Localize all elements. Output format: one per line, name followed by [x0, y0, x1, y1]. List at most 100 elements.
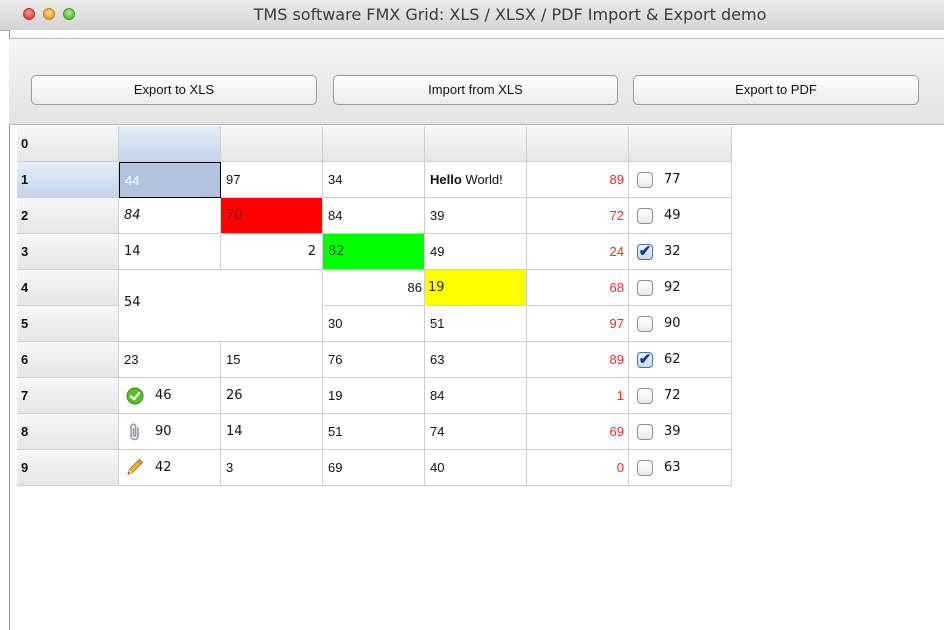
checkbox-value: 90 [664, 316, 681, 331]
grid-cell-checkbox[interactable]: 77 [629, 162, 732, 198]
grid-cell[interactable]: 74 [425, 414, 527, 450]
grid-cell-red-number[interactable]: 24 [527, 234, 629, 270]
row-header[interactable]: 9 [17, 450, 119, 486]
grid-cell[interactable]: 63 [425, 342, 527, 378]
checkbox[interactable] [637, 316, 653, 332]
grid-cell-red-number[interactable]: 68 [527, 270, 629, 306]
grid-cell[interactable]: 69 [323, 450, 425, 486]
grid-cell-merged[interactable]: 54 [119, 270, 323, 342]
grid-cell-rich-text[interactable]: Hello World! [425, 162, 527, 198]
grid-cell-red-number[interactable]: 69 [527, 414, 629, 450]
grid-cell[interactable]: 49 [425, 234, 527, 270]
grid-cell-red-number[interactable]: 89 [527, 342, 629, 378]
toolbar-panel: Export to XLS Import from XLS Export to … [9, 38, 944, 125]
grid-cell-red[interactable]: 70 [221, 198, 323, 234]
column-header[interactable] [425, 126, 527, 162]
application-window: TMS software FMX Grid: XLS / XLSX / PDF … [0, 0, 944, 630]
grid-cell-checkbox[interactable]: 72 [629, 378, 732, 414]
checkbox[interactable] [637, 208, 653, 224]
grid-cell[interactable]: 14 [119, 234, 221, 270]
column-header[interactable] [119, 126, 221, 162]
grid-cell-with-icon[interactable]: 42 [119, 450, 221, 486]
checkbox-value: 49 [664, 208, 681, 223]
row-header[interactable]: 7 [17, 378, 119, 414]
grid-cell-checkbox[interactable]: 39 [629, 414, 732, 450]
cell-value: 42 [155, 460, 172, 475]
checkbox[interactable] [637, 280, 653, 296]
grid-cell-red-number[interactable]: 89 [527, 162, 629, 198]
checkbox[interactable] [637, 388, 653, 404]
checkbox-checked[interactable]: ✔ [637, 244, 653, 260]
grid-cell[interactable]: 19 [323, 378, 425, 414]
paperclip-icon [130, 423, 139, 441]
checkbox-value: 39 [664, 424, 681, 439]
grid-cell-checkbox[interactable]: ✔ 62 [629, 342, 732, 378]
checkbox-value: 32 [664, 244, 681, 259]
row-header[interactable]: 4 [17, 270, 119, 306]
checkbox-value: 62 [664, 352, 681, 367]
grid-cell-green[interactable]: 82 [323, 234, 425, 270]
grid-cell[interactable]: 84 [323, 198, 425, 234]
column-header[interactable] [221, 126, 323, 162]
grid-cell[interactable]: 26 [221, 378, 323, 414]
grid-cell[interactable]: 51 [425, 306, 527, 342]
checkbox-value: 77 [664, 172, 681, 187]
grid-cell-italic[interactable]: 84 [119, 198, 221, 234]
zoom-window-button[interactable] [63, 8, 75, 20]
grid-cell-red-number[interactable]: 97 [527, 306, 629, 342]
grid-cell[interactable]: 40 [425, 450, 527, 486]
minimize-window-button[interactable] [43, 8, 55, 20]
grid-cell[interactable]: 51 [323, 414, 425, 450]
row-header[interactable]: 5 [17, 306, 119, 342]
checkbox-value: 92 [664, 280, 681, 295]
grid-cell[interactable]: 15 [221, 342, 323, 378]
grid-cell-checkbox[interactable]: ✔ 32 [629, 234, 732, 270]
import-from-xls-button[interactable]: Import from XLS [333, 75, 618, 105]
row-header[interactable]: 1 [17, 162, 119, 198]
grid-cell[interactable]: 84 [425, 378, 527, 414]
grid-cell-checkbox[interactable]: 63 [629, 450, 732, 486]
row-header[interactable]: 8 [17, 414, 119, 450]
checkbox[interactable] [637, 460, 653, 476]
grid-cell-yellow[interactable]: 19 [425, 270, 527, 306]
plain-text: World! [461, 172, 503, 187]
row-header[interactable]: 6 [17, 342, 119, 378]
grid-cell-checkbox[interactable]: 90 [629, 306, 732, 342]
export-to-xls-button[interactable]: Export to XLS [31, 75, 317, 105]
grid-cell[interactable]: 14 [221, 414, 323, 450]
column-header[interactable] [629, 126, 732, 162]
column-header[interactable] [527, 126, 629, 162]
checkbox[interactable] [637, 172, 653, 188]
grid-cell[interactable]: 76 [323, 342, 425, 378]
grid-cell-red-number[interactable]: 72 [527, 198, 629, 234]
checkbox-value: 72 [664, 388, 681, 403]
row-header[interactable]: 2 [17, 198, 119, 234]
title-bar[interactable]: TMS software FMX Grid: XLS / XLSX / PDF … [0, 0, 944, 31]
grid-cell-right-aligned[interactable]: 86 [323, 270, 425, 306]
pencil-icon [127, 458, 144, 475]
grid-cell-with-icon[interactable]: 90 [119, 414, 221, 450]
checkbox[interactable] [637, 424, 653, 440]
grid-cell-red-number[interactable]: 1 [527, 378, 629, 414]
grid-cell[interactable]: 97 [221, 162, 323, 198]
export-to-pdf-button[interactable]: Export to PDF [633, 75, 919, 105]
column-header[interactable] [323, 126, 425, 162]
row-header[interactable]: 3 [17, 234, 119, 270]
close-window-button[interactable] [23, 8, 35, 20]
grid-cell[interactable]: 34 [323, 162, 425, 198]
grid-cell-with-icon[interactable]: 46 [119, 378, 221, 414]
grid-cell[interactable]: 3 [221, 450, 323, 486]
cell-value: 46 [155, 388, 172, 403]
checkbox-checked[interactable]: ✔ [637, 352, 653, 368]
row-header[interactable]: 0 [17, 126, 119, 162]
grid-cell-right-aligned[interactable]: 2 [221, 234, 323, 270]
cell-value: 90 [155, 424, 172, 439]
grid-cell[interactable]: 30 [323, 306, 425, 342]
grid-cell-selected[interactable]: 44 [119, 162, 221, 198]
grid-cell[interactable]: 39 [425, 198, 527, 234]
grid-cell-checkbox[interactable]: 92 [629, 270, 732, 306]
grid-cell[interactable]: 23 [119, 342, 221, 378]
grid-cell-red-number[interactable]: 0 [527, 450, 629, 486]
checkbox-value: 63 [664, 460, 681, 475]
grid-cell-checkbox[interactable]: 49 [629, 198, 732, 234]
